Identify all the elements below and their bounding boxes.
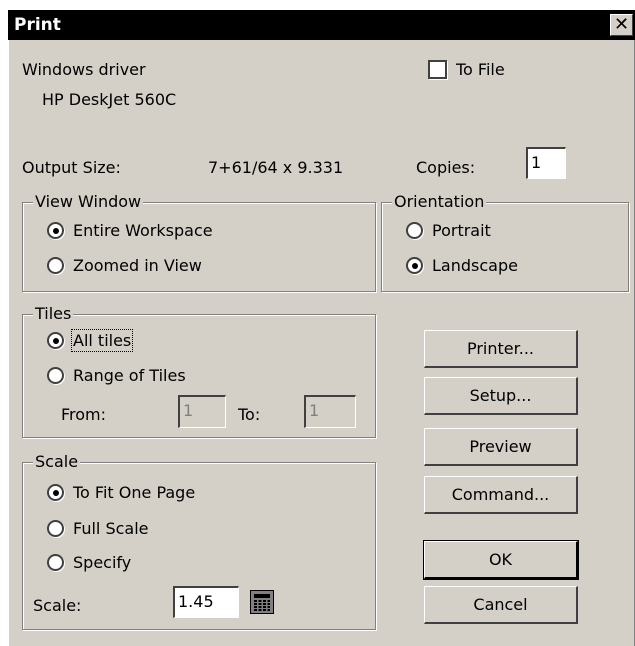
radio-indicator <box>47 520 64 537</box>
orientation-group: Orientation Portrait Landscape <box>381 191 629 292</box>
radio-range-of-tiles[interactable]: Range of Tiles <box>47 366 186 385</box>
tiles-to-label: To: <box>238 405 261 424</box>
radio-indicator <box>406 257 423 274</box>
radio-label: Zoomed in View <box>73 256 202 275</box>
radio-portrait[interactable]: Portrait <box>406 221 491 240</box>
radio-indicator <box>47 332 64 349</box>
orientation-legend: Orientation <box>392 191 487 213</box>
radio-label: Full Scale <box>73 519 149 538</box>
command-button[interactable]: Command... <box>424 476 578 514</box>
dialog-title: Print <box>14 15 61 35</box>
radio-indicator <box>47 367 64 384</box>
scale-value-label: Scale: <box>33 596 82 615</box>
copies-input[interactable]: 1 <box>526 147 566 179</box>
close-button[interactable]: ✕ <box>610 14 633 36</box>
radio-all-tiles[interactable]: All tiles <box>47 329 134 352</box>
printer-name: HP DeskJet 560C <box>42 90 177 109</box>
scale-legend: Scale <box>33 451 81 473</box>
radio-specify[interactable]: Specify <box>47 553 131 572</box>
title-bar[interactable]: Print ✕ <box>8 10 635 40</box>
radio-label: To Fit One Page <box>73 483 196 502</box>
to-file-checkbox[interactable] <box>428 60 447 79</box>
preview-button[interactable]: Preview <box>424 428 578 466</box>
to-file-label: To File <box>456 60 505 79</box>
radio-indicator <box>47 257 64 274</box>
radio-indicator <box>47 222 64 239</box>
scale-group: Scale To Fit One Page Full Scale Specify… <box>22 451 376 630</box>
view-window-legend: View Window <box>33 191 144 213</box>
radio-label: Range of Tiles <box>73 366 186 385</box>
view-window-group: View Window Entire Workspace Zoomed in V… <box>22 191 376 292</box>
ok-button[interactable]: OK <box>423 540 579 580</box>
printer-button[interactable]: Printer... <box>424 330 578 368</box>
tiles-to-input[interactable]: 1 <box>304 395 356 428</box>
radio-label: All tiles <box>70 329 134 352</box>
radio-label: Specify <box>73 553 132 572</box>
output-size-label: Output Size: <box>22 158 121 177</box>
radio-zoomed-in-view[interactable]: Zoomed in View <box>47 256 202 275</box>
tiles-legend: Tiles <box>33 303 74 325</box>
setup-button[interactable]: Setup... <box>424 377 578 415</box>
radio-label: Portrait <box>432 221 491 240</box>
copies-label: Copies: <box>416 158 476 177</box>
driver-label: Windows driver <box>22 60 146 79</box>
radio-entire-workspace[interactable]: Entire Workspace <box>47 221 213 240</box>
close-icon: ✕ <box>613 14 630 35</box>
print-dialog: Print ✕ Windows driver HP DeskJet 560C T… <box>8 10 635 646</box>
tiles-from-label: From: <box>61 405 107 424</box>
radio-to-fit-one-page[interactable]: To Fit One Page <box>47 483 195 502</box>
radio-full-scale[interactable]: Full Scale <box>47 519 149 538</box>
radio-landscape[interactable]: Landscape <box>406 256 518 275</box>
radio-label: Landscape <box>432 256 518 275</box>
calculator-icon[interactable] <box>250 590 274 614</box>
tiles-group: Tiles All tiles Range of Tiles From: 1 T… <box>22 303 376 438</box>
output-size-value: 7+61/64 x 9.331 <box>208 158 344 177</box>
tiles-from-input[interactable]: 1 <box>178 395 226 428</box>
cancel-button[interactable]: Cancel <box>424 586 578 624</box>
radio-label: Entire Workspace <box>73 221 213 240</box>
scale-input[interactable]: 1.45 <box>173 586 239 618</box>
radio-indicator <box>406 222 423 239</box>
radio-indicator <box>47 484 64 501</box>
radio-indicator <box>47 554 64 571</box>
